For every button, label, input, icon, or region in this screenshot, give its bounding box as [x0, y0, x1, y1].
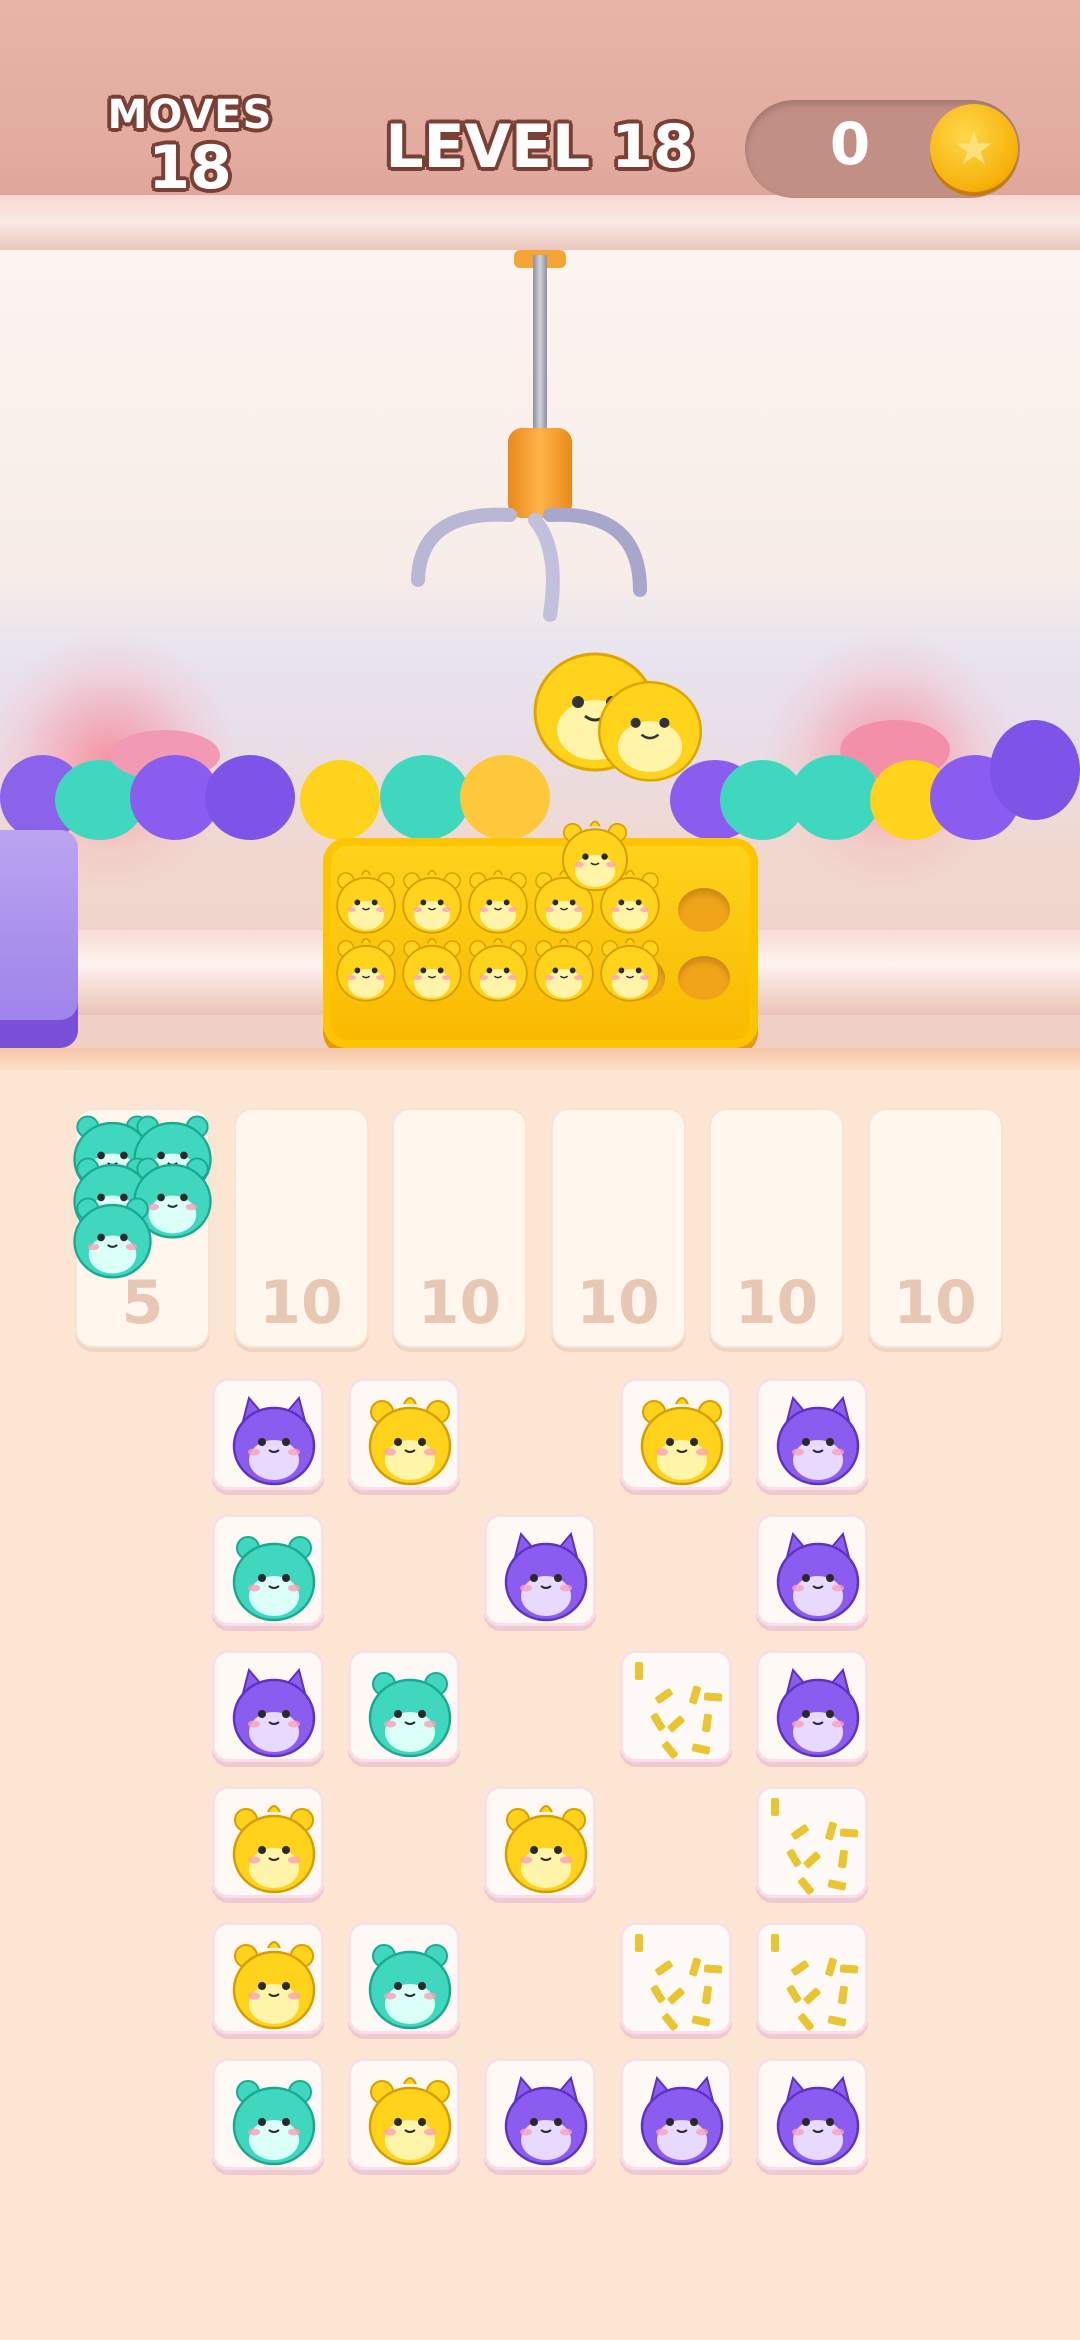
confetti-piece: [837, 1985, 849, 2005]
confetti-piece: [802, 1986, 822, 2006]
confetti-piece: [785, 1848, 803, 1868]
confetti-piece: [790, 1959, 810, 1977]
collection-slot[interactable]: 10: [867, 1108, 1003, 1348]
confetti-piece: [827, 1879, 847, 1891]
collection-slot[interactable]: 10: [233, 1108, 369, 1348]
plush-tile-purple[interactable]: [756, 1650, 868, 1762]
confetti-piece: [771, 1798, 779, 1816]
plush-tile-yellow[interactable]: [348, 2058, 460, 2170]
confetti-piece: [824, 1821, 838, 1841]
tray-yellow-plush: [555, 815, 635, 899]
confetti-piece: [654, 1959, 674, 1977]
confetti-piece: [703, 1964, 723, 1974]
confetti-piece: [635, 1934, 643, 1952]
confetti-piece: [654, 1687, 674, 1705]
star-coin-icon: ★: [930, 104, 1018, 192]
plush-tile-yellow[interactable]: [212, 1786, 324, 1898]
tray-yellow-plush: [330, 865, 402, 941]
confetti-piece: [661, 1740, 679, 1760]
plush-tile-purple[interactable]: [212, 1650, 324, 1762]
hud-rail: [0, 195, 1080, 250]
machine-floor: [0, 1048, 1080, 1070]
plush-ball: [990, 720, 1080, 820]
confetti-piece: [688, 1957, 702, 1977]
level-title: LEVEL 18: [385, 112, 695, 182]
confetti-piece: [661, 2012, 679, 2032]
confetti-piece: [824, 1957, 838, 1977]
confetti-piece: [827, 2015, 847, 2027]
plush-ball: [790, 755, 880, 840]
slot-capacity-label: 10: [576, 1268, 660, 1338]
tray-plush-group: [330, 815, 690, 1005]
confetti-piece: [688, 1685, 702, 1705]
cleared-tile-sparkle[interactable]: [620, 1650, 732, 1762]
confetti-piece: [771, 1934, 779, 1952]
slot-capacity-label: 10: [417, 1268, 502, 1338]
plush-tile-purple[interactable]: [212, 1378, 324, 1490]
confetti-piece: [666, 1714, 686, 1734]
tray-yellow-plush: [330, 933, 402, 1009]
plush-tile-purple[interactable]: [620, 2058, 732, 2170]
slot-capacity-label: 10: [893, 1268, 977, 1338]
plush-tile-yellow[interactable]: [484, 1786, 596, 1898]
confetti-piece: [666, 1986, 686, 2006]
cleared-tile-sparkle[interactable]: [756, 1786, 868, 1898]
moves-counter: 18: [148, 133, 232, 203]
confetti-piece: [649, 1984, 667, 2004]
cleared-tile-sparkle[interactable]: [756, 1922, 868, 2034]
coin-count: 0: [829, 110, 871, 178]
confetti-piece: [635, 1662, 643, 1680]
slot-capacity-label: 10: [259, 1268, 343, 1338]
grabbed-yellow-plush: [597, 680, 703, 782]
slot-teal-plush: [65, 1188, 160, 1287]
plush-tile-purple[interactable]: [756, 1514, 868, 1626]
slot-capacity-label: 10: [734, 1268, 819, 1338]
confetti-piece: [701, 1713, 713, 1733]
plush-tile-yellow[interactable]: [348, 1378, 460, 1490]
confetti-piece: [790, 1823, 810, 1841]
collection-slot[interactable]: 10: [392, 1108, 527, 1348]
plush-tile-yellow[interactable]: [620, 1378, 732, 1490]
plush-tile-teal[interactable]: [212, 2058, 324, 2170]
confetti-piece: [839, 1828, 859, 1838]
confetti-piece: [703, 1692, 723, 1702]
plush-tile-purple[interactable]: [756, 2058, 868, 2170]
confetti-piece: [839, 1964, 859, 1974]
collection-slot[interactable]: 10: [550, 1108, 686, 1348]
cleared-tile-sparkle[interactable]: [620, 1922, 732, 2034]
plush-tile-teal[interactable]: [212, 1514, 324, 1626]
claw-rod: [533, 255, 547, 435]
confetti-piece: [837, 1849, 849, 1869]
plush-ball: [205, 755, 295, 840]
confetti-piece: [649, 1712, 667, 1732]
plush-tile-teal[interactable]: [348, 1650, 460, 1762]
collection-slot[interactable]: 10: [709, 1108, 844, 1348]
tray-yellow-plush: [462, 865, 534, 941]
plush-tile-purple[interactable]: [756, 1378, 868, 1490]
confetti-piece: [691, 1743, 711, 1755]
plush-tile-purple[interactable]: [484, 2058, 596, 2170]
claw-prongs-icon: [411, 507, 647, 622]
confetti-piece: [691, 2015, 711, 2027]
collection-slot[interactable]: 5: [73, 1108, 212, 1348]
confetti-piece: [797, 1876, 815, 1896]
confetti-piece: [785, 1984, 803, 2004]
plush-tile-teal[interactable]: [348, 1922, 460, 2034]
tray-yellow-plush: [462, 933, 534, 1009]
plush-tile-yellow[interactable]: [212, 1922, 324, 2034]
purple-side-box: [0, 830, 78, 1048]
moves-label: MOVES: [107, 92, 273, 138]
tray-yellow-plush: [396, 865, 468, 941]
tray-yellow-plush: [396, 933, 468, 1009]
plush-tile-purple[interactable]: [484, 1514, 596, 1626]
tray-yellow-plush: [594, 933, 666, 1009]
tray-yellow-plush: [528, 933, 600, 1009]
confetti-piece: [802, 1850, 822, 1870]
confetti-piece: [701, 1985, 713, 2005]
confetti-piece: [797, 2012, 815, 2032]
